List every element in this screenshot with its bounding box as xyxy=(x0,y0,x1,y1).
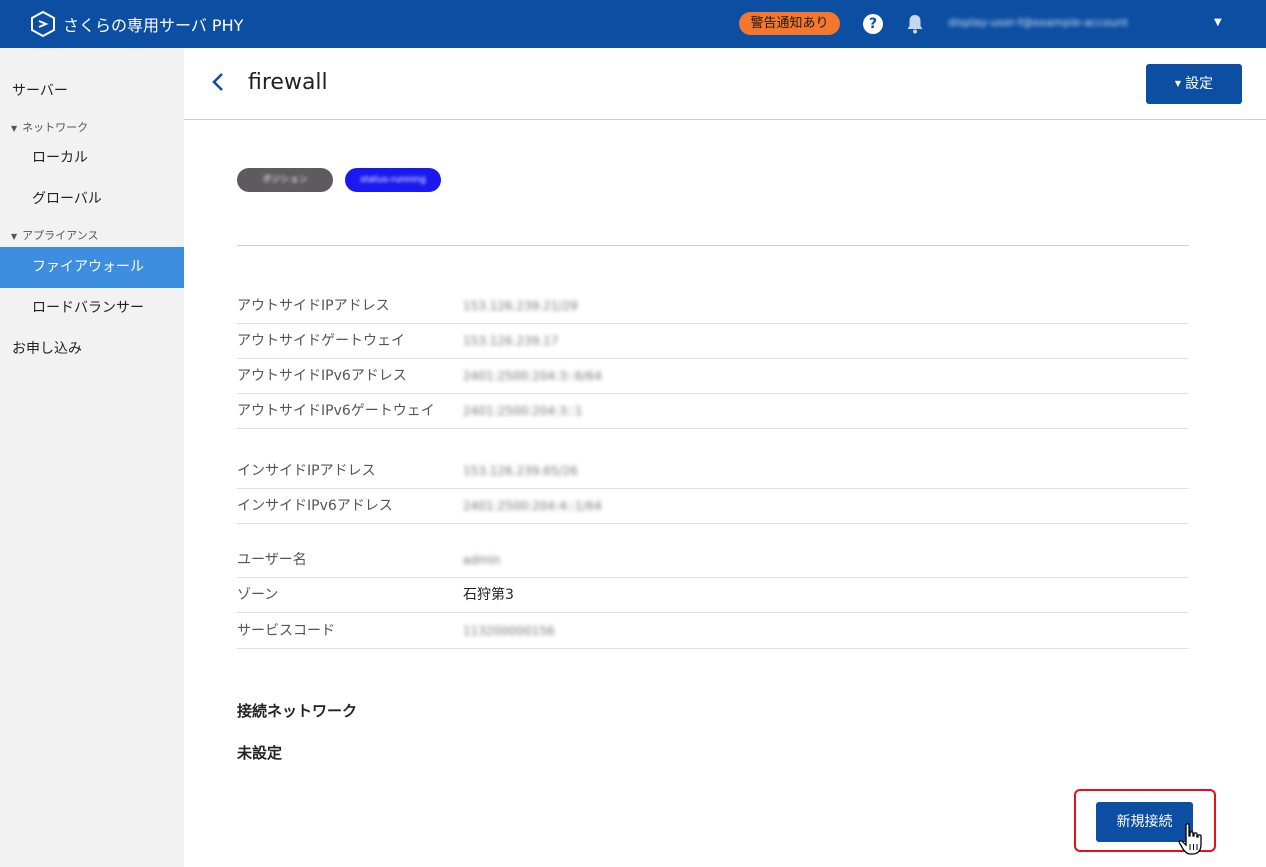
account-name[interactable]: display-user-f@example-account xyxy=(948,16,1210,32)
detail-value: 153.126.239.17 xyxy=(463,334,559,348)
divider xyxy=(237,245,1189,246)
detail-row-outside-ipv6-gateway: アウトサイドIPv6ゲートウェイ 2401:2500:204:3::1 xyxy=(237,394,1189,429)
detail-row-zone: ゾーン 石狩第3 xyxy=(237,578,1189,613)
sidebar-section-label: ネットワーク xyxy=(22,121,89,134)
detail-label: アウトサイドIPv6ゲートウェイ xyxy=(237,403,435,419)
tag-badge: ポジション xyxy=(237,168,333,192)
sidebar-section-network[interactable]: ▼ ネットワーク xyxy=(11,119,88,135)
status-label: status-running xyxy=(360,175,426,185)
account-dropdown-icon[interactable]: ▼ xyxy=(1214,17,1222,28)
detail-value: 153.126.239.65/26 xyxy=(463,464,578,478)
detail-value: 113200000156 xyxy=(463,624,555,638)
app-name: さくらの専用サーバ PHY xyxy=(63,16,244,35)
connection-network-heading: 接続ネットワーク xyxy=(237,702,358,720)
app-logo[interactable]: さくらの専用サーバ PHY xyxy=(30,11,243,37)
detail-value: admin xyxy=(463,553,501,567)
caret-down-icon: ▼ xyxy=(11,232,18,241)
alert-badge[interactable]: 警告通知あり xyxy=(739,12,840,35)
page-header: firewall ▼ 設定 xyxy=(184,48,1266,120)
sidebar-section-label: アプライアンス xyxy=(22,229,99,242)
settings-button[interactable]: ▼ 設定 xyxy=(1146,64,1242,104)
bell-icon[interactable] xyxy=(906,14,924,34)
tag-label: ポジション xyxy=(262,175,308,185)
hand-cursor-icon xyxy=(1178,823,1202,855)
sidebar-item-global[interactable]: グローバル xyxy=(0,179,184,220)
sidebar-section-appliance[interactable]: ▼ アプライアンス xyxy=(11,227,99,243)
detail-label: アウトサイドゲートウェイ xyxy=(237,333,405,349)
detail-row-outside-ipv6: アウトサイドIPv6アドレス 2401:2500:204:3::6/64 xyxy=(237,359,1189,394)
sidebar-item-local[interactable]: ローカル xyxy=(0,138,184,179)
detail-value: 2401:2500:204:3::6/64 xyxy=(463,369,602,383)
connection-status: 未設定 xyxy=(237,744,283,762)
sidebar-item-servers[interactable]: サーバー xyxy=(0,71,184,112)
sidebar-item-load-balancer[interactable]: ロードバランサー xyxy=(0,288,184,329)
detail-value: 153.126.239.21/29 xyxy=(463,299,578,313)
detail-label: インサイドIPアドレス xyxy=(237,463,376,479)
sidebar-item-apply[interactable]: お申し込み xyxy=(0,329,184,370)
caret-down-icon: ▼ xyxy=(11,124,18,133)
page-title: firewall xyxy=(248,70,328,95)
detail-row-username: ユーザー名 admin xyxy=(237,543,1189,578)
detail-row-outside-ip: アウトサイドIPアドレス 153.126.239.21/29 xyxy=(237,289,1189,324)
detail-label: アウトサイドIPv6アドレス xyxy=(237,368,407,384)
sidebar-item-firewall[interactable]: ファイアウォール xyxy=(0,247,184,288)
settings-button-label: 設定 xyxy=(1185,76,1214,92)
detail-label: ユーザー名 xyxy=(237,552,307,568)
detail-value: 2401:2500:204:3::1 xyxy=(463,404,583,418)
detail-label: ゾーン xyxy=(237,587,279,603)
help-icon[interactable]: ? xyxy=(863,14,883,34)
sidebar: サーバー ▼ ネットワーク ローカル グローバル ▼ アプライアンス ファイアウォー… xyxy=(0,48,184,867)
detail-label: サービスコード xyxy=(237,623,335,639)
detail-value: 2401:2500:204:4::1/64 xyxy=(463,499,602,513)
caret-down-icon: ▼ xyxy=(1174,79,1182,88)
detail-row-service-code: サービスコード 113200000156 xyxy=(237,614,1189,649)
detail-row-inside-ipv6: インサイドIPv6アドレス 2401:2500:204:4::1/64 xyxy=(237,489,1189,524)
detail-row-inside-ip: インサイドIPアドレス 153.126.239.65/26 xyxy=(237,454,1189,489)
detail-label: アウトサイドIPアドレス xyxy=(237,298,390,314)
detail-value: 石狩第3 xyxy=(463,587,514,603)
status-badge: status-running xyxy=(345,168,441,192)
sakura-logo-icon xyxy=(31,11,55,37)
detail-row-outside-gateway: アウトサイドゲートウェイ 153.126.239.17 xyxy=(237,324,1189,359)
top-bar: さくらの専用サーバ PHY 警告通知あり ? display-user-f@ex… xyxy=(0,0,1266,48)
chevron-left-icon[interactable] xyxy=(210,70,226,94)
detail-label: インサイドIPv6アドレス xyxy=(237,498,393,514)
